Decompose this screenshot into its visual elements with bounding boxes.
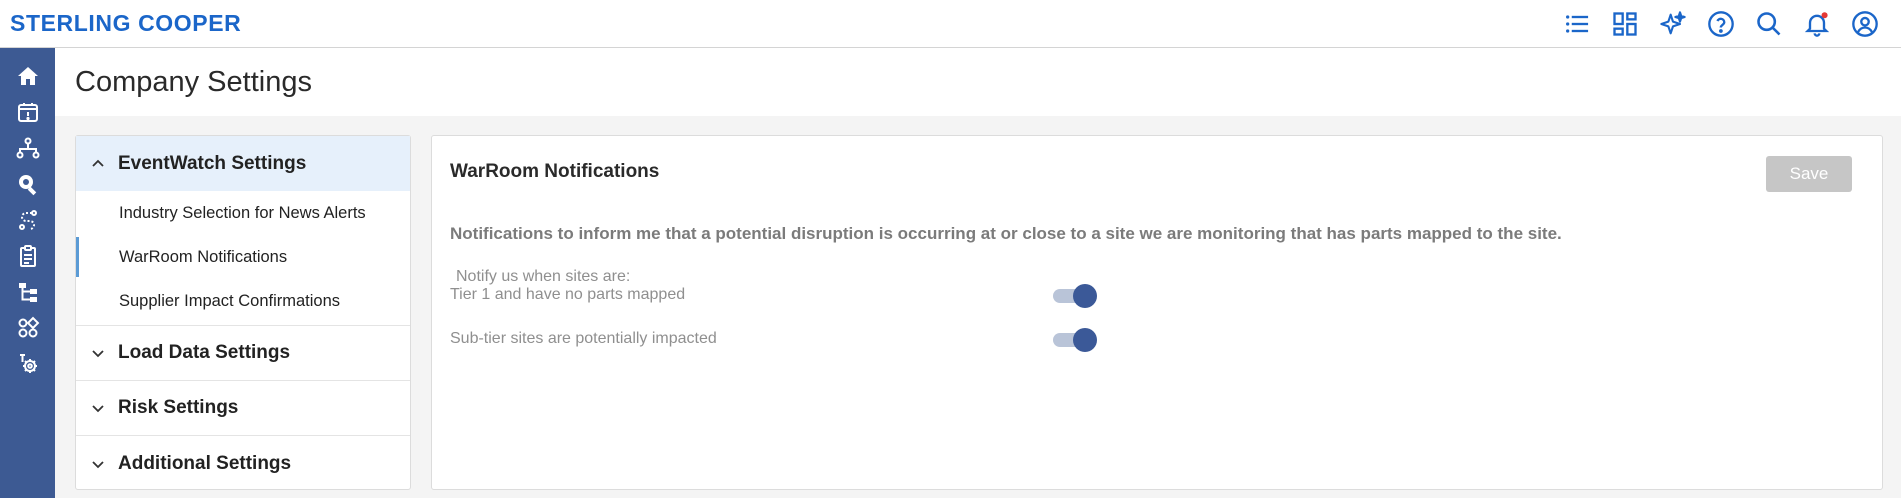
section-eventwatch-settings[interactable]: EventWatch Settings <box>76 136 410 191</box>
section-load-data-settings[interactable]: Load Data Settings <box>76 326 410 381</box>
main-area: Company Settings EventWatch Settings Ind… <box>55 48 1901 498</box>
clipboard-icon[interactable] <box>0 238 55 274</box>
chevron-down-icon <box>92 460 104 468</box>
sparkle-ai-icon[interactable] <box>1649 0 1697 48</box>
user-account-icon[interactable] <box>1841 0 1889 48</box>
network-icon[interactable] <box>0 130 55 166</box>
home-icon[interactable] <box>0 58 55 94</box>
gear-tools-icon[interactable] <box>0 346 55 382</box>
apps-icon[interactable] <box>0 310 55 346</box>
section-risk-settings[interactable]: Risk Settings <box>76 381 410 436</box>
hierarchy-icon[interactable] <box>0 274 55 310</box>
chevron-down-icon <box>92 405 104 413</box>
notify-heading: Notify us when sites are: <box>456 268 631 285</box>
settings-nav: EventWatch Settings Industry Selection f… <box>75 135 411 490</box>
eventwatch-sub-list: Industry Selection for News Alerts WarRo… <box>76 191 410 326</box>
toggle-sub-tier-impacted[interactable] <box>1053 327 1097 353</box>
option-label-sub-tier: Sub-tier sites are potentially impacted <box>450 330 717 347</box>
search-icon[interactable] <box>1745 0 1793 48</box>
panel-description: Notifications to inform me that a potent… <box>450 224 1562 243</box>
section-label: Risk Settings <box>118 397 239 418</box>
sidebar <box>0 48 55 498</box>
section-label: Additional Settings <box>118 452 292 474</box>
nav-item-warroom-notifications[interactable]: WarRoom Notifications <box>76 235 410 279</box>
help-icon[interactable] <box>1697 0 1745 48</box>
warroom-notifications-panel: WarRoom Notifications Save Notifications… <box>431 135 1883 490</box>
section-additional-settings[interactable]: Additional Settings <box>76 436 410 491</box>
toggle-knob <box>1073 328 1097 352</box>
section-label: EventWatch Settings <box>118 152 307 174</box>
top-toolbar <box>1553 0 1889 48</box>
section-label: Load Data Settings <box>118 342 291 363</box>
toggle-tier1-no-parts[interactable] <box>1053 283 1097 309</box>
chevron-up-icon <box>92 159 104 167</box>
save-button[interactable]: Save <box>1766 156 1852 192</box>
brand-logo[interactable]: STERLING COOPER <box>10 10 241 37</box>
nav-item-supplier-impact-confirmations[interactable]: Supplier Impact Confirmations <box>76 279 410 323</box>
search-location-icon[interactable] <box>0 166 55 202</box>
title-bar: Company Settings <box>55 48 1901 116</box>
dashboard-icon[interactable] <box>1601 0 1649 48</box>
option-label-tier1: Tier 1 and have no parts mapped <box>450 286 686 303</box>
calendar-alert-icon[interactable] <box>0 94 55 130</box>
chevron-down-icon <box>92 350 104 358</box>
page-title: Company Settings <box>75 65 312 98</box>
panel-title: WarRoom Notifications <box>450 161 660 182</box>
nav-item-industry-selection[interactable]: Industry Selection for News Alerts <box>76 191 410 235</box>
top-bar: STERLING COOPER <box>0 0 1901 48</box>
toggle-knob <box>1073 284 1097 308</box>
bell-icon[interactable] <box>1793 0 1841 48</box>
list-icon[interactable] <box>1553 0 1601 48</box>
route-icon[interactable] <box>0 202 55 238</box>
